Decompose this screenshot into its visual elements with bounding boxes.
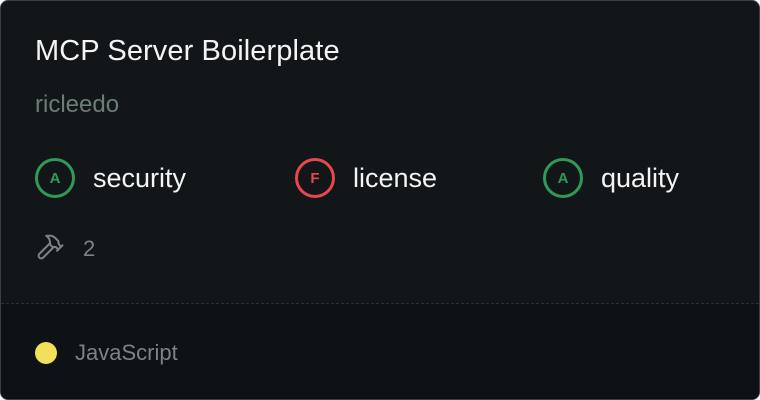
server-owner: ricleedo: [35, 91, 120, 118]
security-label: security: [93, 162, 187, 193]
license-label: license: [353, 162, 438, 193]
tools-count: 2: [35, 233, 95, 265]
language-name: JavaScript: [75, 340, 178, 365]
language-indicator: JavaScript: [35, 340, 178, 366]
hammer-icon: [35, 232, 65, 267]
server-card[interactable]: MCP Server Boilerplate ricleedo A securi…: [0, 0, 760, 400]
language-color-dot: [35, 342, 57, 364]
card-footer: JavaScript: [1, 303, 759, 399]
server-title[interactable]: MCP Server Boilerplate: [35, 35, 340, 68]
security-grade-badge: A: [35, 158, 75, 198]
quality-grade-badge: A: [543, 158, 583, 198]
license-grade-badge: F: [295, 158, 335, 198]
tools-count-value: 2: [83, 236, 96, 261]
quality-score: A quality: [543, 156, 679, 200]
quality-label: quality: [601, 162, 680, 193]
security-score: A security: [35, 156, 186, 200]
license-score: F license: [295, 156, 437, 200]
